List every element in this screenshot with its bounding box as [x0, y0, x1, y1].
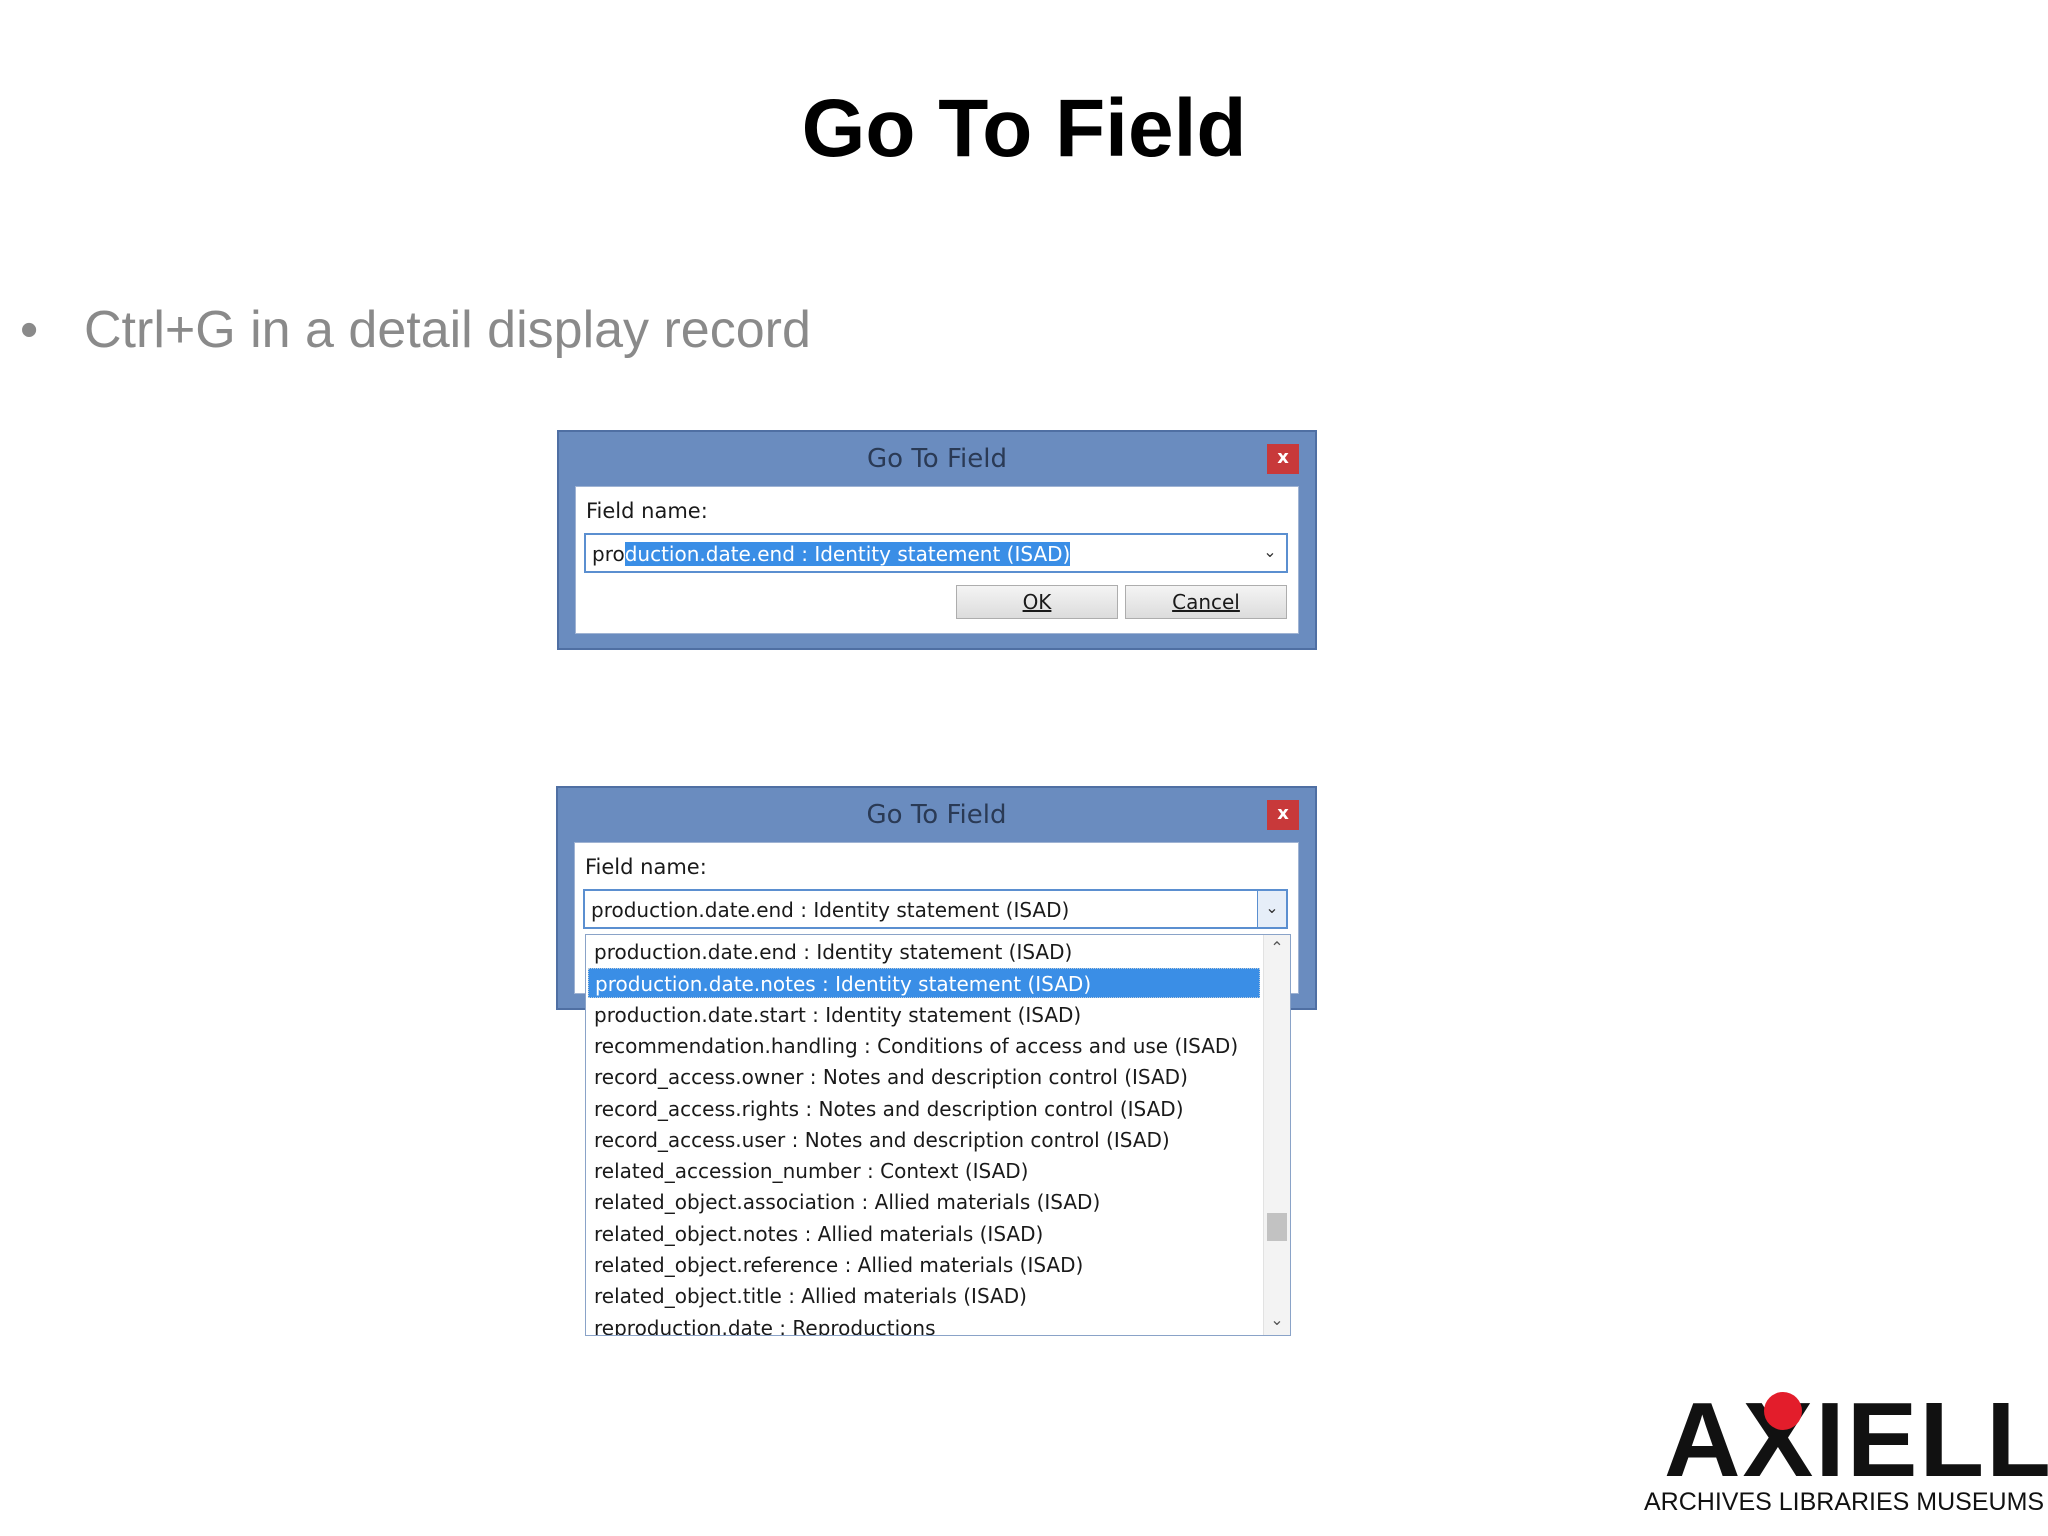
scrollbar-thumb[interactable]	[1267, 1213, 1287, 1241]
list-item[interactable]: production.date.notes : Identity stateme…	[588, 968, 1260, 999]
bullet-text: Ctrl+G in a detail display record	[84, 301, 811, 359]
list-scrollbar[interactable]: ⌃ ⌄	[1263, 935, 1290, 1335]
field-dropdown-list[interactable]: ⌃ ⌄ production.date.end : Identity state…	[585, 934, 1291, 1336]
list-item[interactable]: related_accession_number : Context (ISAD…	[588, 1156, 1260, 1186]
list-item[interactable]: reproduction.date : Reproductions	[588, 1313, 1260, 1335]
logo-wordmark: AXIELL	[1664, 1381, 2048, 1499]
list-item[interactable]: record_access.user : Notes and descripti…	[588, 1125, 1260, 1155]
field-name-label: Field name:	[586, 499, 708, 523]
field-name-combobox[interactable]: production.date.end : Identity statement…	[583, 889, 1288, 929]
logo-red-dot	[1764, 1392, 1802, 1430]
axiell-logo: AXIELL ARCHIVES LIBRARIES MUSEUMS	[1640, 1380, 2048, 1530]
dialog-titlebar[interactable]: Go To Field x	[559, 432, 1315, 486]
list-item[interactable]: related_object.title : Allied materials …	[588, 1281, 1260, 1311]
field-name-input[interactable]: production.date.end : Identity statement…	[591, 898, 1069, 922]
list-item[interactable]: production.date.end : Identity statement…	[588, 937, 1260, 967]
close-button[interactable]: x	[1267, 444, 1299, 474]
ok-button[interactable]: OK	[956, 585, 1118, 619]
dialog-title: Go To Field	[866, 800, 1007, 830]
chevron-down-icon[interactable]: ⌄	[1257, 891, 1286, 927]
chevron-down-icon[interactable]: ⌄	[1258, 539, 1282, 567]
close-button[interactable]: x	[1267, 800, 1299, 830]
list-item[interactable]: related_object.reference : Allied materi…	[588, 1250, 1260, 1280]
field-name-combobox[interactable]: production.date.end : Identity statement…	[584, 533, 1288, 573]
dialog-titlebar[interactable]: Go To Field x	[558, 788, 1315, 842]
go-to-field-dialog-top: Go To Field x Field name: production.dat…	[557, 430, 1317, 650]
field-name-input[interactable]: production.date.end : Identity statement…	[592, 542, 1071, 566]
list-item[interactable]: related_object.notes : Allied materials …	[588, 1219, 1260, 1249]
list-item[interactable]: record_access.owner : Notes and descript…	[588, 1062, 1260, 1092]
list-item[interactable]: recommendation.handling : Conditions of …	[588, 1031, 1260, 1061]
list-item[interactable]: related_object.association : Allied mate…	[588, 1187, 1260, 1217]
dialog-title: Go To Field	[867, 444, 1007, 474]
chevron-down-icon[interactable]: ⌄	[1264, 1309, 1290, 1333]
field-name-label: Field name:	[585, 855, 707, 879]
list-item[interactable]: record_access.rights : Notes and descrip…	[588, 1094, 1260, 1124]
logo-tagline: ARCHIVES LIBRARIES MUSEUMS	[1644, 1488, 2045, 1516]
slide-title: Go To Field	[801, 83, 1247, 174]
bullet-dot: •	[20, 301, 39, 359]
chevron-up-icon[interactable]: ⌃	[1264, 937, 1290, 961]
dialog-body: Field name: production.date.end : Identi…	[575, 486, 1299, 634]
cancel-button[interactable]: Cancel	[1125, 585, 1287, 619]
input-selected-text: duction.date.end : Identity statement (I…	[624, 542, 1071, 566]
list-item[interactable]: production.date.start : Identity stateme…	[588, 1000, 1260, 1030]
input-unselected-text: pro	[592, 542, 625, 566]
